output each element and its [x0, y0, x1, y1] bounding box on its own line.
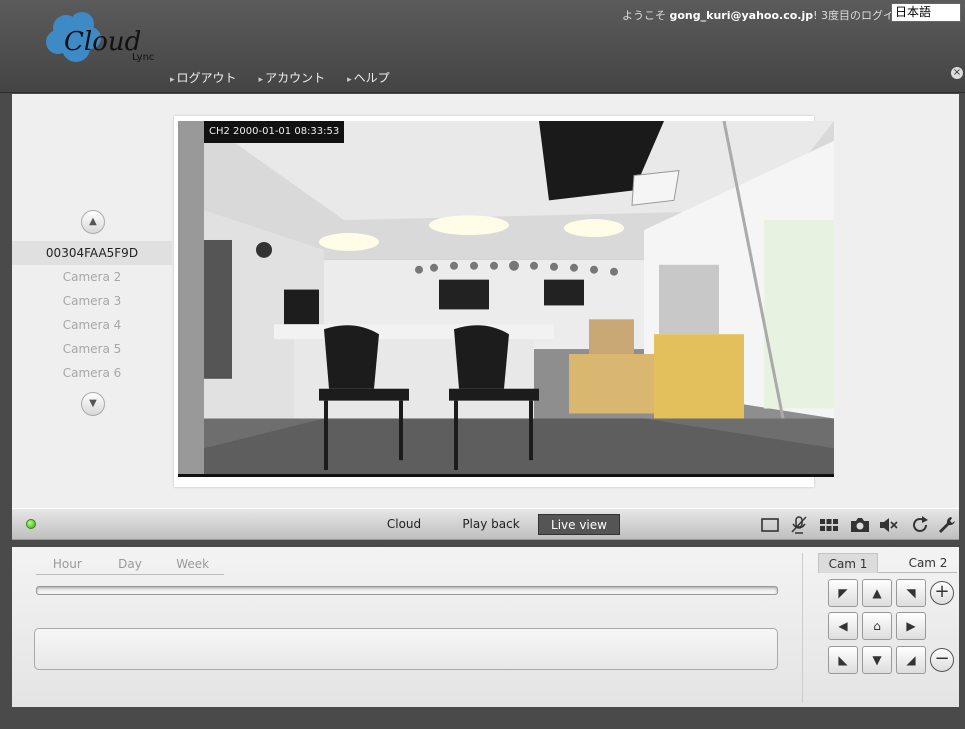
- speaker-mute-icon[interactable]: [879, 516, 899, 534]
- welcome-prefix: ようこそ: [622, 9, 666, 22]
- welcome-message: ようこそ gong_kuri@yahoo.co.jp! 3度目のログイン: [622, 7, 905, 23]
- video-timestamp: CH2 2000-01-01 08:33:53: [204, 121, 345, 143]
- playback-panel: Hour Day Week Cam 1 Cam 2 ◤ ▲ ◥ + ◀ ⌂ ▶ …: [12, 547, 959, 707]
- ptz-down-right-button[interactable]: ◢: [896, 646, 926, 674]
- close-icon[interactable]: ×: [951, 67, 963, 79]
- svg-text:Lync: Lync: [132, 52, 154, 63]
- tab-live-view[interactable]: Live view: [538, 514, 620, 535]
- cam-tab-2[interactable]: Cam 2: [898, 553, 958, 573]
- live-view-panel: ▲ 00304FAA5F9D Camera 2 Camera 3 Camera …: [12, 94, 959, 508]
- ptz-up-left-button[interactable]: ◤: [828, 579, 858, 607]
- camera-item-1[interactable]: 00304FAA5F9D: [12, 241, 172, 265]
- view-toolbar: Cloud Play back Live view: [12, 508, 959, 540]
- fullscreen-icon[interactable]: [760, 516, 780, 534]
- ptz-down-left-button[interactable]: ◣: [828, 646, 858, 674]
- ptz-camera-tabs: Cam 1 Cam 2: [818, 553, 957, 573]
- camera-feed-image: [204, 121, 834, 474]
- recording-clips-box[interactable]: [34, 628, 778, 670]
- cloud-lync-logo[interactable]: Cloud Lync: [44, 8, 184, 66]
- ptz-home-icon[interactable]: ⌂: [862, 612, 892, 640]
- ptz-down-button[interactable]: ▼: [862, 646, 892, 674]
- settings-wrench-icon[interactable]: [937, 516, 957, 534]
- camera-list: 00304FAA5F9D Camera 2 Camera 3 Camera 4 …: [12, 241, 172, 385]
- camera-item-6[interactable]: Camera 6: [12, 361, 172, 385]
- time-range-tabs: Hour Day Week: [36, 557, 224, 575]
- status-led-icon: [26, 519, 36, 529]
- range-tab-week[interactable]: Week: [161, 557, 224, 574]
- refresh-icon[interactable]: [910, 516, 930, 534]
- ptz-up-button[interactable]: ▲: [862, 579, 892, 607]
- ptz-right-button[interactable]: ▶: [896, 612, 926, 640]
- zoom-out-icon[interactable]: −: [930, 648, 954, 672]
- snapshot-icon[interactable]: [850, 516, 870, 534]
- range-tab-day[interactable]: Day: [99, 557, 162, 574]
- video-frame: CH2 2000-01-01 08:33:53: [174, 116, 834, 487]
- range-tab-hour[interactable]: Hour: [36, 557, 99, 574]
- mic-mute-icon[interactable]: [789, 516, 809, 534]
- video-letterbox: [178, 121, 204, 474]
- language-select[interactable]: 日本語: [891, 3, 961, 22]
- ptz-up-right-button[interactable]: ◥: [896, 579, 926, 607]
- grid-layout-icon[interactable]: [819, 516, 839, 534]
- panel-divider: [802, 553, 803, 703]
- cam-tab-1[interactable]: Cam 1: [818, 553, 878, 573]
- user-email: gong_kuri@yahoo.co.jp: [669, 9, 814, 22]
- svg-text:Cloud: Cloud: [64, 27, 141, 57]
- camera-item-3[interactable]: Camera 3: [12, 289, 172, 313]
- help-link[interactable]: ヘルプ: [347, 69, 390, 86]
- tab-playback[interactable]: Play back: [457, 514, 525, 535]
- scroll-down-button[interactable]: ▼: [81, 392, 105, 416]
- camera-item-5[interactable]: Camera 5: [12, 337, 172, 361]
- camera-item-4[interactable]: Camera 4: [12, 313, 172, 337]
- tab-cloud[interactable]: Cloud: [380, 514, 428, 535]
- zoom-in-icon[interactable]: +: [930, 581, 954, 605]
- account-link[interactable]: アカウント: [259, 69, 325, 86]
- ptz-left-button[interactable]: ◀: [828, 612, 858, 640]
- timeline-slider[interactable]: [36, 586, 778, 595]
- logout-link[interactable]: ログアウト: [170, 69, 237, 86]
- header-nav: ログアウト アカウント ヘルプ: [170, 69, 390, 86]
- camera-item-2[interactable]: Camera 2: [12, 265, 172, 289]
- video-stream[interactable]: CH2 2000-01-01 08:33:53: [178, 121, 834, 477]
- scroll-up-button[interactable]: ▲: [81, 210, 105, 234]
- header-bar: Cloud Lync ログアウト アカウント ヘルプ ようこそ gong_kur…: [0, 0, 965, 93]
